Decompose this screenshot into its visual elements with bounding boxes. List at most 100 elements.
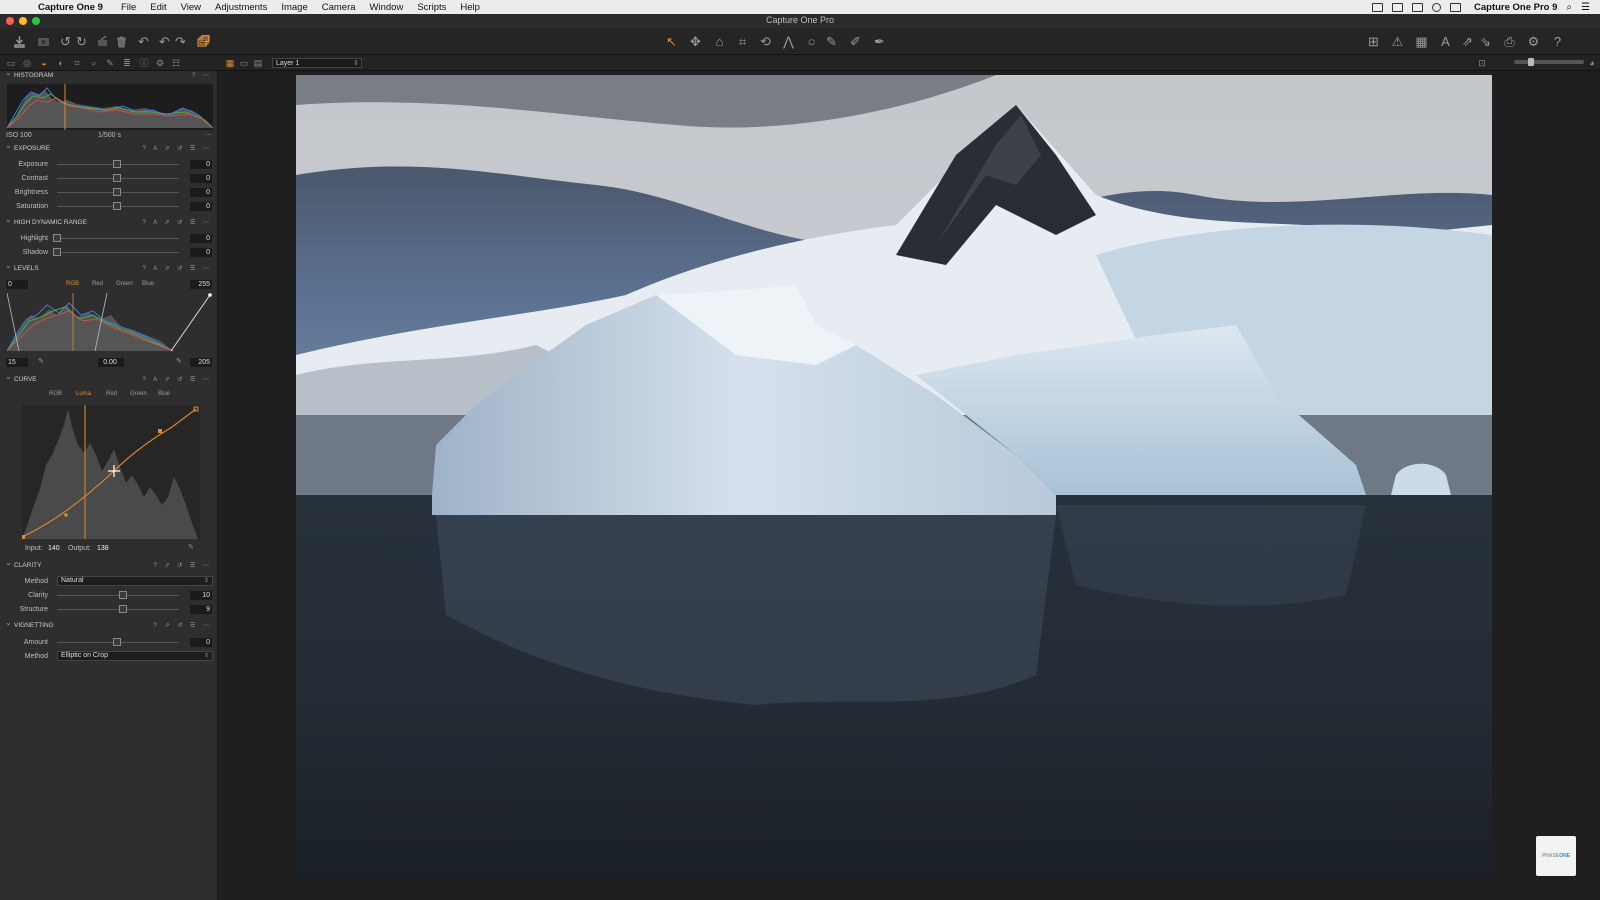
select-icon[interactable]: ↖	[664, 34, 679, 49]
vignetting-method-select[interactable]: Elliptic on Crop	[57, 651, 213, 661]
vignetting-actions-icon[interactable]: ? ⇗ ↺ ☰ ⋯	[154, 621, 212, 631]
contrast-value[interactable]: 0	[190, 174, 212, 183]
image-viewer[interactable]	[218, 71, 1600, 900]
highlight-slider-knob[interactable]	[53, 234, 61, 242]
curve-picker-icon[interactable]: ✎	[188, 543, 194, 551]
trash-icon[interactable]	[114, 34, 129, 49]
menu-adjustments[interactable]: Adjustments	[215, 2, 267, 13]
compare-view-icon[interactable]: ▤	[252, 57, 264, 69]
highlight-slider[interactable]	[57, 238, 179, 239]
rotate-left-icon[interactable]: ↺	[58, 34, 73, 49]
redo-icon[interactable]: ↷	[173, 34, 188, 49]
monitor-icon[interactable]	[1412, 2, 1423, 12]
single-view-icon[interactable]: ▭	[238, 57, 250, 69]
curve-header[interactable]: Curve ? A ⇗ ↺ ☰ ⋯	[0, 372, 217, 385]
clarity-value[interactable]: 10	[190, 591, 212, 600]
clarity-header[interactable]: Clarity ? ⇗ ↺ ☰ ⋯	[0, 558, 217, 571]
layer-select[interactable]: Layer 1	[272, 58, 362, 68]
reset-icon[interactable]: ↶	[136, 34, 151, 49]
levels-output-low[interactable]: 15	[6, 358, 28, 367]
viewer-layout-icon[interactable]: ⊞	[1366, 34, 1381, 49]
exposure-warning-icon[interactable]: ⚠	[1390, 34, 1405, 49]
exposure-value[interactable]: 0	[190, 160, 212, 169]
histogram-header[interactable]: Histogram ? ⋯	[0, 71, 217, 81]
curve-tab-blue[interactable]: Blue	[158, 391, 170, 397]
menu-window[interactable]: Window	[370, 2, 404, 13]
settings-icon[interactable]: ⚙	[1526, 34, 1541, 49]
shadow-slider[interactable]	[57, 252, 179, 253]
levels-input-low[interactable]: 0	[6, 280, 28, 289]
exposure-slider-knob[interactable]	[113, 160, 121, 168]
vignetting-amount-value[interactable]: 0	[190, 638, 212, 647]
fit-icon[interactable]: ⊡	[1476, 57, 1488, 69]
exposure-header[interactable]: Exposure ? A ⇗ ↺ ☰ ⋯	[0, 141, 217, 154]
levels-high-point[interactable]	[208, 293, 212, 297]
variants-icon[interactable]	[196, 34, 211, 49]
adjustments-tab-icon[interactable]: ≣	[121, 57, 133, 69]
curve-graph[interactable]	[21, 405, 200, 539]
zoom-slider-knob[interactable]	[1528, 58, 1534, 66]
help-icon[interactable]: ?	[1550, 34, 1565, 49]
levels-midpoint[interactable]: 0.00	[98, 358, 124, 367]
text-overlay-icon[interactable]: A	[1438, 34, 1453, 49]
curve-point-highlight[interactable]	[158, 429, 162, 433]
curve-point-black[interactable]	[21, 535, 25, 539]
levels-white-picker-icon[interactable]: ✎	[176, 357, 182, 365]
menu-app-name[interactable]: Capture One 9	[38, 2, 103, 13]
levels-actions-icon[interactable]: ? A ⇗ ↺ ☰ ⋯	[143, 264, 212, 274]
curve-tab-green[interactable]: Green	[130, 391, 147, 397]
curve-point-shadow[interactable]	[64, 513, 68, 517]
output-tab-icon[interactable]: ⚙	[154, 57, 166, 69]
curve-tab-red[interactable]: Red	[106, 391, 117, 397]
rotate-right-icon[interactable]: ↻	[74, 34, 89, 49]
saturation-slider-knob[interactable]	[113, 202, 121, 210]
histogram-more-icon[interactable]: ⋯	[205, 131, 212, 139]
exposure-actions-icon[interactable]: ? A ⇗ ↺ ☰ ⋯	[143, 144, 212, 154]
batch-tab-icon[interactable]: ☷	[170, 57, 182, 69]
eraser-icon[interactable]: ✐	[848, 34, 863, 49]
undo-icon[interactable]: ↶	[157, 34, 172, 49]
library-tab-icon[interactable]: ▭	[5, 57, 17, 69]
levels-black-picker-icon[interactable]: ✎	[38, 357, 44, 365]
histogram-actions-icon[interactable]: ? ⋯	[192, 71, 212, 81]
levels-header[interactable]: Levels ? A ⇗ ↺ ☰ ⋯	[0, 261, 217, 274]
menu-scripts[interactable]: Scripts	[417, 2, 446, 13]
levels-tab-red[interactable]: Red	[92, 281, 103, 287]
clarity-method-select[interactable]: Natural	[57, 576, 213, 586]
copy-adjustments-icon[interactable]	[96, 34, 111, 49]
curve-tab-rgb[interactable]: RGB	[49, 391, 62, 397]
menu-file[interactable]: File	[121, 2, 136, 13]
multi-view-icon[interactable]: ▦	[224, 57, 236, 69]
levels-output-high[interactable]: 205	[190, 358, 212, 367]
print-icon[interactable]: ⎙	[1502, 34, 1517, 49]
spot-removal-icon[interactable]: ○	[804, 34, 819, 49]
menu-help[interactable]: Help	[460, 2, 480, 13]
shadow-value[interactable]: 0	[190, 248, 212, 257]
color-tab-icon[interactable]: ◒	[38, 57, 50, 69]
brightness-value[interactable]: 0	[190, 188, 212, 197]
gradient-icon[interactable]: ✒	[872, 34, 887, 49]
menu-camera[interactable]: Camera	[322, 2, 356, 13]
vignetting-header[interactable]: Vignetting ? ⇗ ↺ ☰ ⋯	[0, 618, 217, 631]
metadata-tab-icon[interactable]: ⓘ	[138, 57, 150, 69]
menu-image[interactable]: Image	[281, 2, 307, 13]
capture-icon[interactable]	[36, 34, 51, 49]
levels-tab-green[interactable]: Green	[116, 281, 133, 287]
brightness-slider-knob[interactable]	[113, 188, 121, 196]
hdr-header[interactable]: High Dynamic Range ? A ⇗ ↺ ☰ ⋯	[0, 215, 217, 228]
iceberg-photo[interactable]	[296, 75, 1492, 879]
battery-icon[interactable]	[1450, 2, 1461, 12]
clarity-slider-knob[interactable]	[119, 591, 127, 599]
zoom-slider[interactable]	[1514, 58, 1584, 66]
levels-input-high[interactable]: 255	[190, 280, 212, 289]
loupe-icon[interactable]: ⌂	[712, 34, 727, 49]
clarity-actions-icon[interactable]: ? ⇗ ↺ ☰ ⋯	[154, 561, 212, 571]
notification-center-icon[interactable]: ☰	[1581, 2, 1590, 13]
copy-apply-icon[interactable]: ⇗	[1460, 34, 1475, 49]
curve-actions-icon[interactable]: ? A ⇗ ↺ ☰ ⋯	[143, 375, 212, 385]
spotlight-icon[interactable]: ⌕	[1566, 2, 1572, 13]
details-tab-icon[interactable]: ⌕	[88, 57, 100, 69]
capture-tab-icon[interactable]: ◎	[21, 57, 33, 69]
structure-value[interactable]: 9	[190, 605, 212, 614]
wifi-icon[interactable]	[1432, 2, 1441, 12]
